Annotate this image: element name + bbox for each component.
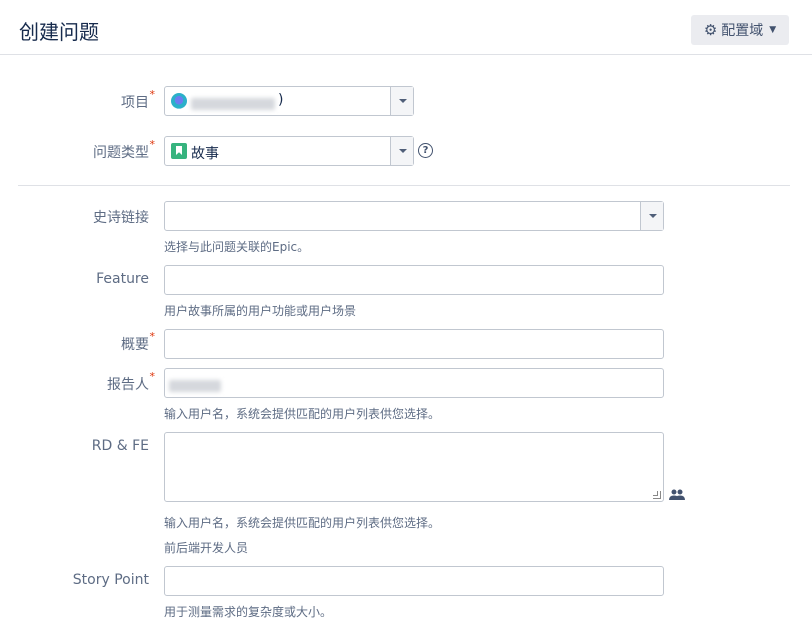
story-point-label: Story Point bbox=[72, 572, 149, 588]
dialog-title: 创建问题 bbox=[19, 20, 99, 44]
feature-help: 用户故事所属的用户功能或用户场景 bbox=[164, 304, 357, 318]
chevron-down-icon[interactable] bbox=[390, 137, 413, 165]
story-point-input[interactable] bbox=[164, 566, 664, 596]
summary-label: 概要 * bbox=[121, 330, 155, 354]
reporter-label-text: 报告人 bbox=[107, 377, 149, 393]
rd-fe-label: RD & FE bbox=[91, 438, 149, 454]
story-point-help: 用于测量需求的复杂度或大小。 bbox=[164, 605, 333, 619]
story-icon bbox=[171, 143, 187, 159]
configure-fields-label: 配置域 bbox=[721, 23, 764, 39]
required-marker: * bbox=[149, 88, 156, 101]
required-marker: * bbox=[149, 138, 156, 151]
chevron-down-icon[interactable] bbox=[640, 202, 663, 230]
configure-fields-button[interactable]: ⚙ 配置域 ▼ bbox=[691, 15, 789, 45]
chevron-down-icon[interactable] bbox=[390, 87, 413, 115]
reporter-name-redacted bbox=[169, 377, 221, 396]
section-divider bbox=[18, 185, 790, 186]
resize-handle[interactable] bbox=[653, 491, 661, 499]
issue-type-label: 问题类型 * bbox=[93, 138, 155, 162]
reporter-input[interactable] bbox=[164, 368, 664, 398]
dialog-header: 创建问题 ⚙ 配置域 ▼ bbox=[0, 0, 812, 55]
issue-type-select[interactable]: 故事 bbox=[164, 136, 414, 166]
epic-link-label: 史诗链接 bbox=[93, 210, 149, 226]
gear-icon: ⚙ bbox=[703, 20, 718, 39]
project-name-redacted bbox=[191, 95, 275, 114]
reporter-label: 报告人 * bbox=[107, 370, 155, 394]
user-picker-icon[interactable] bbox=[669, 488, 685, 502]
project-label: 项目 * bbox=[121, 88, 155, 112]
issue-type-label-text: 问题类型 bbox=[93, 145, 149, 161]
required-marker: * bbox=[149, 370, 156, 383]
help-icon[interactable]: ? bbox=[418, 143, 433, 158]
project-avatar-icon bbox=[171, 93, 187, 109]
issue-type-value: 故事 bbox=[191, 146, 219, 162]
feature-label: Feature bbox=[96, 271, 149, 287]
epic-link-select[interactable] bbox=[164, 201, 664, 231]
project-label-text: 项目 bbox=[121, 95, 149, 111]
reporter-help: 输入用户名，系统会提供匹配的用户列表供您选择。 bbox=[164, 407, 441, 421]
chevron-down-icon: ▼ bbox=[769, 25, 777, 35]
project-select[interactable]: ) bbox=[164, 86, 414, 116]
feature-input[interactable] bbox=[164, 265, 664, 295]
rd-fe-help-secondary: 前后端开发人员 bbox=[164, 541, 249, 555]
epic-link-help: 选择与此问题关联的Epic。 bbox=[164, 240, 310, 254]
rd-fe-textarea[interactable] bbox=[164, 432, 664, 502]
summary-input[interactable] bbox=[164, 329, 664, 359]
required-marker: * bbox=[149, 330, 156, 343]
rd-fe-help: 输入用户名，系统会提供匹配的用户列表供您选择。 bbox=[164, 516, 441, 530]
summary-label-text: 概要 bbox=[121, 337, 149, 353]
project-name-suffix: ) bbox=[278, 92, 284, 108]
